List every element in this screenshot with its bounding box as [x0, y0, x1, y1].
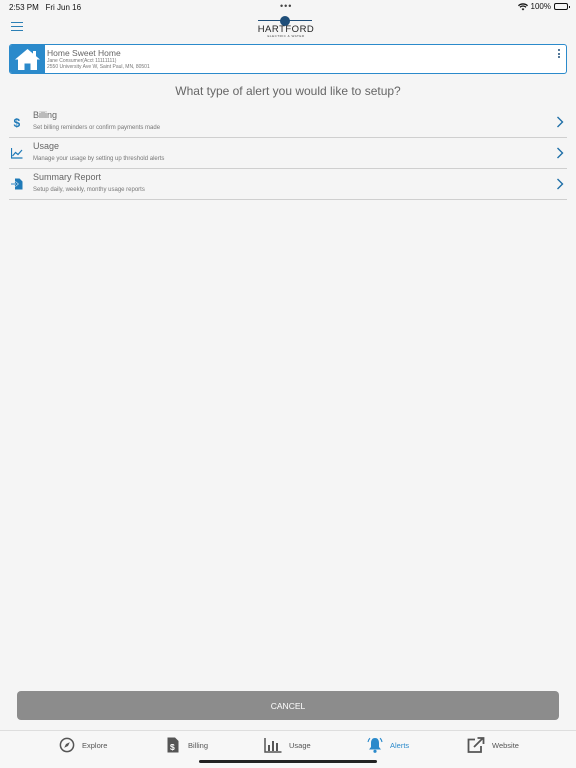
status-bar: 2:53 PM Fri Jun 16 ••• 100% — [0, 0, 576, 14]
tab-usage[interactable]: Usage — [264, 737, 311, 753]
kebab-menu-icon[interactable] — [556, 49, 562, 61]
chevron-right-icon — [557, 178, 564, 190]
chevron-right-icon — [557, 147, 564, 159]
svg-text:$: $ — [170, 742, 175, 752]
bell-icon — [367, 737, 383, 753]
status-date: Fri Jun 16 — [45, 3, 82, 12]
hartford-logo: HARTFORD ELECTRIC & WATER — [252, 16, 320, 38]
compass-icon — [59, 737, 75, 753]
bar-chart-icon — [264, 738, 282, 753]
tab-label: Usage — [289, 740, 311, 750]
option-subtitle: Set billing reminders or confirm payment… — [33, 125, 161, 131]
option-subtitle: Manage your usage by setting up threshol… — [33, 156, 165, 162]
house-icon — [10, 45, 45, 73]
home-indicator[interactable] — [199, 760, 377, 763]
line-chart-icon — [11, 148, 23, 159]
tab-label: Website — [492, 740, 519, 750]
alert-type-question: What type of alert you would like to set… — [175, 84, 401, 98]
tab-website[interactable]: Website — [467, 737, 519, 753]
alert-option-usage[interactable]: Usage Manage your usage by setting up th… — [9, 138, 567, 169]
alert-option-summary-report[interactable]: Summary Report Setup daily, weekly, mont… — [9, 169, 567, 200]
tab-explore[interactable]: Explore — [59, 737, 107, 753]
tab-label: Explore — [82, 740, 108, 750]
option-title: Summary Report — [33, 172, 102, 182]
option-title: Usage — [33, 141, 60, 151]
status-time: 2:53 PM Fri Jun 16 — [9, 3, 82, 12]
tab-label: Billing — [188, 740, 209, 750]
account-address: 2550 University Ave W, Saint Paul, MN, 8… — [47, 64, 150, 70]
account-card[interactable]: Home Sweet Home Jane Consumer(Acct 11111… — [9, 44, 567, 74]
account-name: Home Sweet Home — [47, 48, 121, 58]
logo-emblem-icon — [258, 16, 312, 26]
dollar-icon: $ — [14, 116, 21, 128]
multitask-dots[interactable]: ••• — [280, 1, 292, 11]
cancel-button[interactable]: CANCEL — [17, 691, 559, 720]
battery-percent: 100% — [530, 2, 551, 11]
tab-alerts[interactable]: Alerts — [367, 737, 409, 753]
external-link-icon — [467, 737, 485, 753]
bill-icon: $ — [167, 737, 179, 753]
svg-text:$: $ — [14, 116, 21, 128]
wifi-icon — [517, 2, 528, 10]
tab-label: Alerts — [390, 740, 410, 750]
option-subtitle: Setup daily, weekly, monthy usage report… — [33, 187, 145, 193]
file-import-icon — [11, 178, 23, 190]
hamburger-menu-icon[interactable] — [11, 22, 23, 32]
tab-billing[interactable]: $ Billing — [165, 737, 208, 753]
alert-option-billing[interactable]: $ Billing Set billing reminders or confi… — [9, 107, 567, 138]
option-title: Billing — [33, 110, 58, 120]
logo-text: HARTFORD — [257, 24, 315, 35]
status-right: 100% — [517, 2, 570, 11]
battery-icon — [554, 3, 570, 10]
chevron-right-icon — [557, 116, 564, 128]
